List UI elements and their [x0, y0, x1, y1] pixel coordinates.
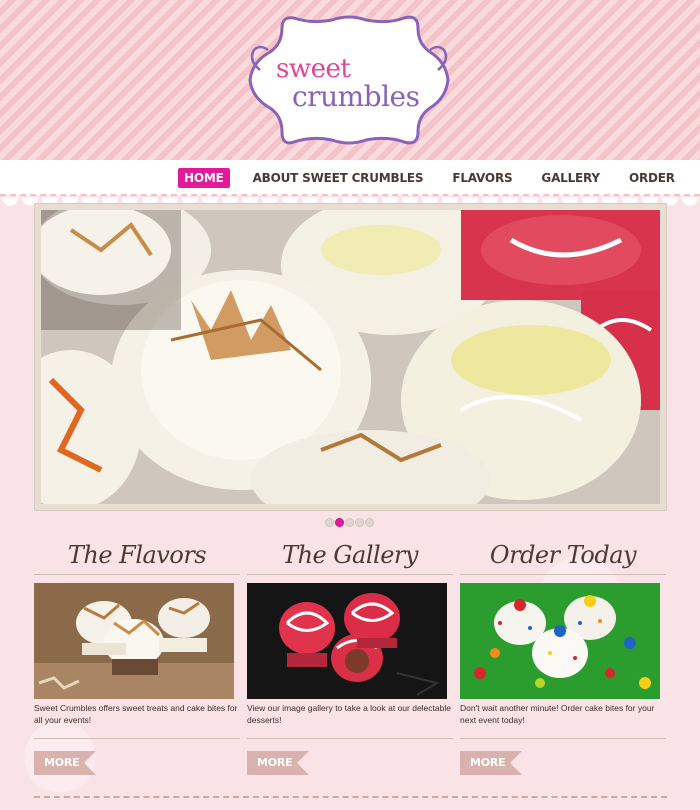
flavors-image[interactable] [34, 583, 234, 699]
more-button-order[interactable]: MORE [460, 751, 522, 775]
slider-dot-active[interactable] [335, 518, 344, 527]
divider [460, 574, 666, 575]
sweet-crumbles-logo[interactable]: sweet crumbles [242, 10, 456, 152]
nav-items: HOME ABOUT SWEET CRUMBLES FLAVORS GALLER… [178, 167, 698, 189]
column-gallery: The Gallery View our image gallery to ta… [247, 538, 453, 775]
divider [34, 574, 240, 575]
column-order: Order Today Don't wait another minute! O… [460, 538, 666, 775]
more-button-gallery[interactable]: MORE [247, 751, 309, 775]
nav-item-about[interactable]: ABOUT SWEET CRUMBLES [247, 168, 430, 188]
footer-divider [34, 796, 667, 798]
header-banner: sweet crumbles [0, 0, 700, 160]
column-text-flavors: Sweet Crumbles offers sweet treats and c… [34, 703, 238, 725]
slider-dot[interactable] [345, 518, 354, 527]
slider-dot[interactable] [355, 518, 364, 527]
divider [247, 574, 453, 575]
main-navigation: HOME ABOUT SWEET CRUMBLES FLAVORS GALLER… [0, 160, 700, 196]
more-label: MORE [257, 756, 293, 769]
column-title-gallery: The Gallery [282, 541, 418, 569]
gallery-image[interactable] [247, 583, 447, 699]
nav-item-home[interactable]: HOME [178, 168, 230, 188]
more-label: MORE [470, 756, 506, 769]
logo-word-crumbles: crumbles [292, 80, 420, 113]
column-title-order: Order Today [489, 541, 637, 569]
hero-slider[interactable] [34, 203, 667, 511]
divider [247, 738, 453, 739]
slider-dots [325, 518, 375, 528]
column-text-gallery: View our image gallery to take a look at… [247, 703, 451, 725]
divider [34, 738, 240, 739]
order-image[interactable] [460, 583, 660, 699]
more-label: MORE [44, 756, 80, 769]
divider [460, 738, 666, 739]
column-text-order: Don't wait another minute! Order cake bi… [460, 703, 655, 725]
hero-slide-image[interactable] [41, 210, 660, 504]
nav-item-gallery[interactable]: GALLERY [535, 168, 606, 188]
column-flavors: The Flavors Sweet Crumbles offers sweet … [34, 538, 240, 775]
nav-item-order[interactable]: ORDER [623, 168, 681, 188]
more-button-flavors[interactable]: MORE [34, 751, 96, 775]
nav-item-flavors[interactable]: FLAVORS [446, 168, 518, 188]
column-title-flavors: The Flavors [67, 541, 207, 569]
logo-text: sweet crumbles [242, 10, 456, 152]
slider-dot[interactable] [325, 518, 334, 527]
slider-dot[interactable] [365, 518, 374, 527]
